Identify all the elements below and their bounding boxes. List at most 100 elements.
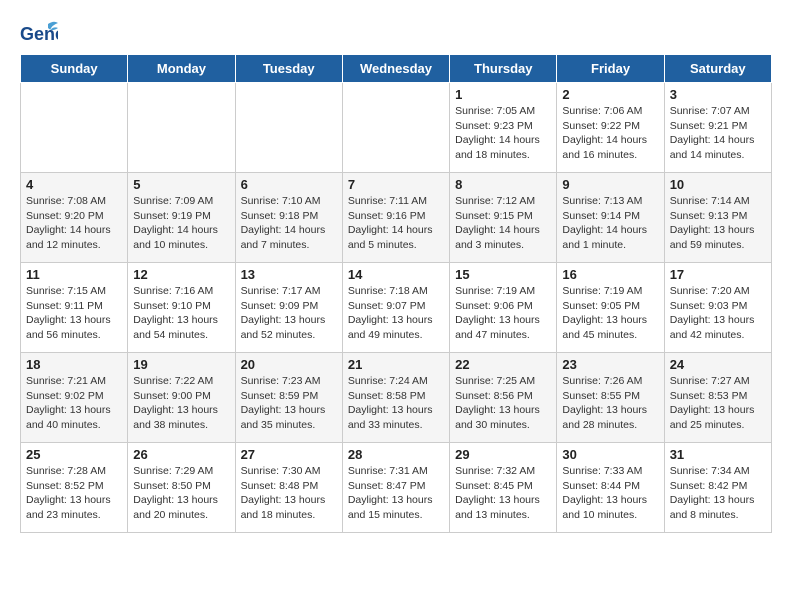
calendar-cell: 19 Sunrise: 7:22 AM Sunset: 9:00 PM Dayli… [128,353,235,443]
calendar-cell: 21 Sunrise: 7:24 AM Sunset: 8:58 PM Dayli… [342,353,449,443]
calendar-header-row: SundayMondayTuesdayWednesdayThursdayFrid… [21,55,772,83]
cell-info: Sunrise: 7:08 AM Sunset: 9:20 PM Dayligh… [26,194,122,253]
calendar-cell: 1 Sunrise: 7:05 AM Sunset: 9:23 PM Daylig… [450,83,557,173]
calendar-week-row: 4 Sunrise: 7:08 AM Sunset: 9:20 PM Daylig… [21,173,772,263]
date-number: 25 [26,447,122,462]
cell-info: Sunrise: 7:30 AM Sunset: 8:48 PM Dayligh… [241,464,337,523]
date-number: 31 [670,447,766,462]
date-number: 30 [562,447,658,462]
cell-info: Sunrise: 7:24 AM Sunset: 8:58 PM Dayligh… [348,374,444,433]
date-number: 6 [241,177,337,192]
cell-info: Sunrise: 7:21 AM Sunset: 9:02 PM Dayligh… [26,374,122,433]
calendar-cell: 23 Sunrise: 7:26 AM Sunset: 8:55 PM Dayli… [557,353,664,443]
calendar-cell: 9 Sunrise: 7:13 AM Sunset: 9:14 PM Daylig… [557,173,664,263]
calendar-week-row: 1 Sunrise: 7:05 AM Sunset: 9:23 PM Daylig… [21,83,772,173]
date-number: 9 [562,177,658,192]
cell-info: Sunrise: 7:10 AM Sunset: 9:18 PM Dayligh… [241,194,337,253]
date-number: 21 [348,357,444,372]
date-number: 1 [455,87,551,102]
cell-info: Sunrise: 7:22 AM Sunset: 9:00 PM Dayligh… [133,374,229,433]
calendar-cell: 18 Sunrise: 7:21 AM Sunset: 9:02 PM Dayli… [21,353,128,443]
day-header-tuesday: Tuesday [235,55,342,83]
cell-info: Sunrise: 7:14 AM Sunset: 9:13 PM Dayligh… [670,194,766,253]
cell-info: Sunrise: 7:25 AM Sunset: 8:56 PM Dayligh… [455,374,551,433]
calendar-cell: 13 Sunrise: 7:17 AM Sunset: 9:09 PM Dayli… [235,263,342,353]
calendar-cell: 22 Sunrise: 7:25 AM Sunset: 8:56 PM Dayli… [450,353,557,443]
date-number: 17 [670,267,766,282]
calendar-table: SundayMondayTuesdayWednesdayThursdayFrid… [20,54,772,533]
calendar-cell: 8 Sunrise: 7:12 AM Sunset: 9:15 PM Daylig… [450,173,557,263]
date-number: 16 [562,267,658,282]
calendar-cell: 5 Sunrise: 7:09 AM Sunset: 9:19 PM Daylig… [128,173,235,263]
logo: General [20,20,58,44]
cell-info: Sunrise: 7:28 AM Sunset: 8:52 PM Dayligh… [26,464,122,523]
date-number: 15 [455,267,551,282]
cell-info: Sunrise: 7:05 AM Sunset: 9:23 PM Dayligh… [455,104,551,163]
svg-text:General: General [20,24,58,44]
calendar-cell: 30 Sunrise: 7:33 AM Sunset: 8:44 PM Dayli… [557,443,664,533]
date-number: 11 [26,267,122,282]
cell-info: Sunrise: 7:07 AM Sunset: 9:21 PM Dayligh… [670,104,766,163]
cell-info: Sunrise: 7:13 AM Sunset: 9:14 PM Dayligh… [562,194,658,253]
calendar-cell: 25 Sunrise: 7:28 AM Sunset: 8:52 PM Dayli… [21,443,128,533]
date-number: 4 [26,177,122,192]
cell-info: Sunrise: 7:26 AM Sunset: 8:55 PM Dayligh… [562,374,658,433]
cell-info: Sunrise: 7:17 AM Sunset: 9:09 PM Dayligh… [241,284,337,343]
date-number: 5 [133,177,229,192]
cell-info: Sunrise: 7:09 AM Sunset: 9:19 PM Dayligh… [133,194,229,253]
cell-info: Sunrise: 7:12 AM Sunset: 9:15 PM Dayligh… [455,194,551,253]
cell-info: Sunrise: 7:19 AM Sunset: 9:05 PM Dayligh… [562,284,658,343]
calendar-cell [235,83,342,173]
date-number: 26 [133,447,229,462]
date-number: 29 [455,447,551,462]
calendar-week-row: 18 Sunrise: 7:21 AM Sunset: 9:02 PM Dayli… [21,353,772,443]
cell-info: Sunrise: 7:32 AM Sunset: 8:45 PM Dayligh… [455,464,551,523]
cell-info: Sunrise: 7:19 AM Sunset: 9:06 PM Dayligh… [455,284,551,343]
calendar-cell: 16 Sunrise: 7:19 AM Sunset: 9:05 PM Dayli… [557,263,664,353]
cell-info: Sunrise: 7:31 AM Sunset: 8:47 PM Dayligh… [348,464,444,523]
calendar-week-row: 11Sunrise: 7:15 AM Sunset: 9:11 PM Dayli… [21,263,772,353]
date-number: 23 [562,357,658,372]
date-number: 7 [348,177,444,192]
date-number: 3 [670,87,766,102]
calendar-cell: 12 Sunrise: 7:16 AM Sunset: 9:10 PM Dayli… [128,263,235,353]
calendar-week-row: 25 Sunrise: 7:28 AM Sunset: 8:52 PM Dayli… [21,443,772,533]
calendar-cell [128,83,235,173]
date-number: 12 [133,267,229,282]
calendar-cell: 6 Sunrise: 7:10 AM Sunset: 9:18 PM Daylig… [235,173,342,263]
cell-info: Sunrise: 7:11 AM Sunset: 9:16 PM Dayligh… [348,194,444,253]
calendar-cell: 11Sunrise: 7:15 AM Sunset: 9:11 PM Dayli… [21,263,128,353]
calendar-cell: 14Sunrise: 7:18 AM Sunset: 9:07 PM Dayli… [342,263,449,353]
cell-info: Sunrise: 7:33 AM Sunset: 8:44 PM Dayligh… [562,464,658,523]
calendar-cell: 2Sunrise: 7:06 AM Sunset: 9:22 PM Daylig… [557,83,664,173]
cell-info: Sunrise: 7:16 AM Sunset: 9:10 PM Dayligh… [133,284,229,343]
date-number: 18 [26,357,122,372]
calendar-cell: 27 Sunrise: 7:30 AM Sunset: 8:48 PM Dayli… [235,443,342,533]
date-number: 28 [348,447,444,462]
calendar-cell [342,83,449,173]
calendar-cell: 15 Sunrise: 7:19 AM Sunset: 9:06 PM Dayli… [450,263,557,353]
day-header-saturday: Saturday [664,55,771,83]
calendar-cell: 28 Sunrise: 7:31 AM Sunset: 8:47 PM Dayli… [342,443,449,533]
cell-info: Sunrise: 7:06 AM Sunset: 9:22 PM Dayligh… [562,104,658,163]
date-number: 13 [241,267,337,282]
calendar-cell [21,83,128,173]
calendar-cell: 7 Sunrise: 7:11 AM Sunset: 9:16 PM Daylig… [342,173,449,263]
day-header-monday: Monday [128,55,235,83]
cell-info: Sunrise: 7:29 AM Sunset: 8:50 PM Dayligh… [133,464,229,523]
date-number: 8 [455,177,551,192]
date-number: 19 [133,357,229,372]
cell-info: Sunrise: 7:34 AM Sunset: 8:42 PM Dayligh… [670,464,766,523]
date-number: 27 [241,447,337,462]
date-number: 24 [670,357,766,372]
day-header-sunday: Sunday [21,55,128,83]
calendar-cell: 31 Sunrise: 7:34 AM Sunset: 8:42 PM Dayli… [664,443,771,533]
day-header-thursday: Thursday [450,55,557,83]
date-number: 22 [455,357,551,372]
cell-info: Sunrise: 7:27 AM Sunset: 8:53 PM Dayligh… [670,374,766,433]
date-number: 10 [670,177,766,192]
calendar-cell: 10 Sunrise: 7:14 AM Sunset: 9:13 PM Dayli… [664,173,771,263]
date-number: 20 [241,357,337,372]
day-header-friday: Friday [557,55,664,83]
calendar-cell: 4 Sunrise: 7:08 AM Sunset: 9:20 PM Daylig… [21,173,128,263]
